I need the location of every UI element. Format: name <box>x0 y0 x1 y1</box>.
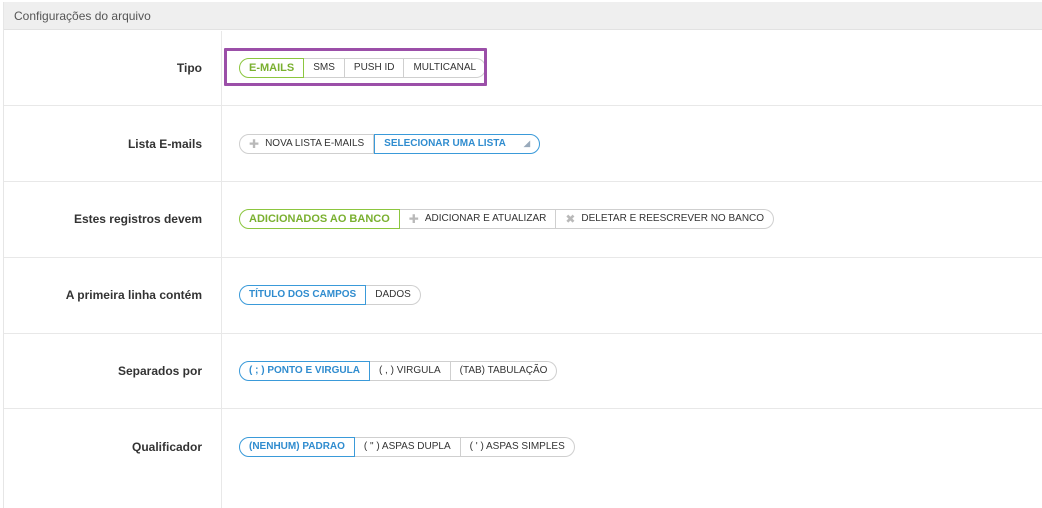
qualificador-option-nenhum[interactable]: (NENHUM) PADRAO <box>239 437 355 457</box>
file-settings-panel: Configurações do arquivo Tipo E-MAILS SM… <box>3 2 1042 508</box>
plus-icon: ✚ <box>249 137 260 151</box>
row-primeira-linha: A primeira linha contém TÍTULO DOS CAMPO… <box>4 258 1042 334</box>
new-list-button[interactable]: ✚ NOVA LISTA E-MAILS <box>239 134 375 154</box>
registros-option-adicionados[interactable]: ADICIONADOS AO BANCO <box>239 209 400 229</box>
primeira-option-dados[interactable]: DADOS <box>366 285 421 305</box>
row-registros: Estes registros devem ADICIONADOS AO BAN… <box>4 182 1042 258</box>
row-separados: Separados por ( ; ) PONTO E VIRGULA ( , … <box>4 334 1042 409</box>
tipo-option-sms[interactable]: SMS <box>304 58 345 78</box>
x-icon: ✖ <box>565 212 576 226</box>
select-list-dropdown[interactable]: SELECIONAR UMA LISTA ◢ <box>374 134 540 154</box>
registros-option-deletar-reescrever[interactable]: ✖ DELETAR E REESCREVER NO BANCO <box>556 209 775 229</box>
separados-option-ponto-virgula[interactable]: ( ; ) PONTO E VIRGULA <box>239 361 370 381</box>
primeira-option-titulo[interactable]: TÍTULO DOS CAMPOS <box>239 285 367 305</box>
separados-option-virgula[interactable]: ( , ) VIRGULA <box>369 361 451 381</box>
tipo-toggle-group: E-MAILS SMS PUSH ID MULTICANAL <box>239 58 487 78</box>
label-separados: Separados por <box>117 364 202 378</box>
separados-option-tabulacao[interactable]: (TAB) TABULAÇÃO <box>450 361 558 381</box>
select-list-label: SELECIONAR UMA LISTA <box>384 138 506 149</box>
tipo-option-push-id[interactable]: PUSH ID <box>344 58 405 78</box>
section-title: Configurações do arquivo <box>4 2 1042 30</box>
tipo-option-emails[interactable]: E-MAILS <box>239 58 305 78</box>
row-qualificador: Qualificador (NENHUM) PADRAO ( " ) ASPAS… <box>4 409 1042 508</box>
label-qualificador: Qualificador <box>131 440 202 454</box>
caret-icon: ◢ <box>523 139 530 148</box>
label-lista-emails: Lista E-mails <box>127 137 202 151</box>
label-tipo: Tipo <box>176 61 202 75</box>
label-registros: Estes registros devem <box>73 212 202 226</box>
row-lista-emails: Lista E-mails ✚ NOVA LISTA E-MAILS SELEC… <box>4 106 1042 182</box>
plus-icon: ✚ <box>408 212 419 226</box>
label-primeira-linha: A primeira linha contém <box>65 288 202 302</box>
registros-toggle-group: ADICIONADOS AO BANCO ✚ ADICIONAR E ATUAL… <box>239 209 775 229</box>
adicionar-atualizar-label: ADICIONAR E ATUALIZAR <box>424 213 547 224</box>
row-tipo: Tipo E-MAILS SMS PUSH ID MULTICANAL <box>4 31 1042 106</box>
qualificador-option-aspas-simples[interactable]: ( ' ) ASPAS SIMPLES <box>460 437 575 457</box>
qualificador-toggle-group: (NENHUM) PADRAO ( " ) ASPAS DUPLA ( ' ) … <box>239 437 575 457</box>
tipo-option-multicanal[interactable]: MULTICANAL <box>404 58 487 78</box>
primeira-toggle-group: TÍTULO DOS CAMPOS DADOS <box>239 285 421 305</box>
new-list-label: NOVA LISTA E-MAILS <box>265 138 365 149</box>
separados-toggle-group: ( ; ) PONTO E VIRGULA ( , ) VIRGULA (TAB… <box>239 361 558 381</box>
lista-button-group: ✚ NOVA LISTA E-MAILS SELECIONAR UMA LIST… <box>239 134 540 154</box>
qualificador-option-aspas-dupla[interactable]: ( " ) ASPAS DUPLA <box>354 437 461 457</box>
registros-option-adicionar-atualizar[interactable]: ✚ ADICIONAR E ATUALIZAR <box>399 209 557 229</box>
deletar-reescrever-label: DELETAR E REESCREVER NO BANCO <box>581 213 765 224</box>
